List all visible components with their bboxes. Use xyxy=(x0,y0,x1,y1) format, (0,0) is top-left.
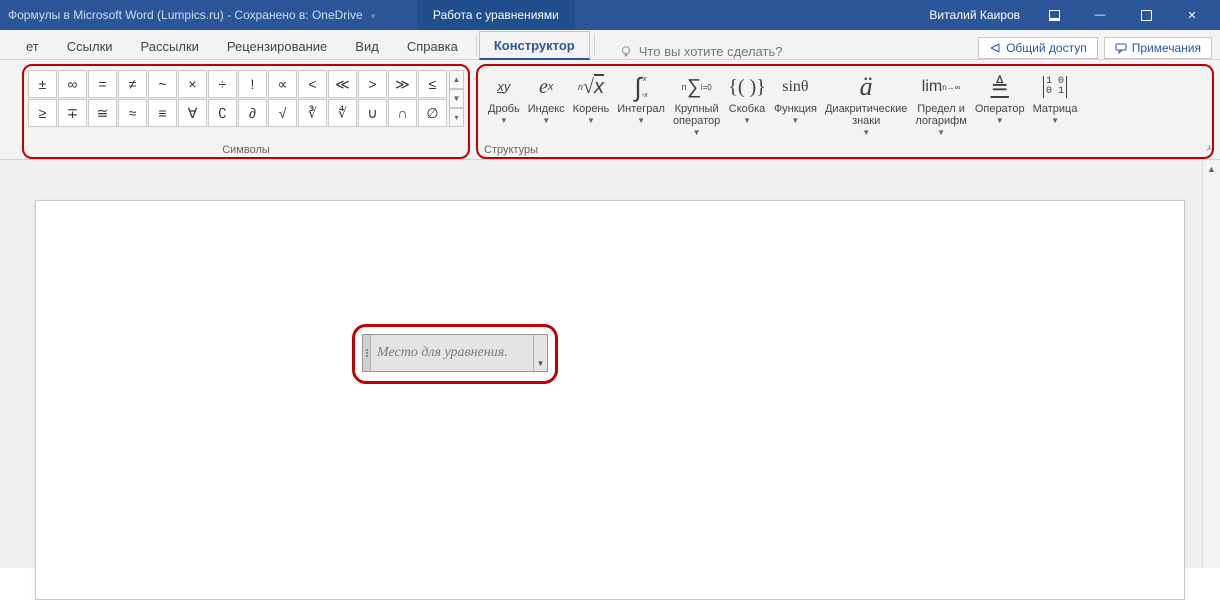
function-icon: sinθ xyxy=(782,72,808,102)
symbols-scroll-down[interactable]: ▼ xyxy=(449,89,464,108)
symbol-button[interactable]: ≅ xyxy=(88,99,117,127)
symbols-group: ± ∞ = ≠ ~ × ÷ ! ∝ < ≪ > ≫ ≤ ≥ ∓ ≅ ≈ ≡ ∀ xyxy=(22,64,470,159)
ribbon-display-options[interactable] xyxy=(1034,0,1074,30)
page[interactable] xyxy=(35,200,1185,600)
equation-text[interactable]: Место для уравнения. xyxy=(371,345,533,361)
symbol-button[interactable]: ≡ xyxy=(148,99,177,127)
matrix-button[interactable]: 1 00 1 Матрица▼ xyxy=(1029,70,1082,143)
document-area xyxy=(0,160,1220,568)
limit-icon: limn→∞ xyxy=(922,72,961,102)
tab-divider xyxy=(594,34,595,56)
tab-partial[interactable]: ет xyxy=(12,33,53,59)
tab-review[interactable]: Рецензирование xyxy=(213,33,341,59)
function-button[interactable]: sinθ Функция▼ xyxy=(770,70,821,143)
tab-help[interactable]: Справка xyxy=(393,33,472,59)
symbol-button[interactable]: ≪ xyxy=(328,70,357,98)
radical-icon: n√x xyxy=(578,72,604,102)
scroll-up[interactable]: ▲ xyxy=(1203,160,1220,178)
title-bar: Формулы в Microsoft Word (Lumpics.ru) - … xyxy=(0,0,1220,30)
symbol-button[interactable]: ± xyxy=(28,70,57,98)
operator-button[interactable]: ≜ Оператор▼ xyxy=(971,70,1029,143)
fraction-icon: xy xyxy=(497,72,510,102)
symbols-expand[interactable]: ▾ xyxy=(449,108,464,127)
symbol-button[interactable]: ≥ xyxy=(28,99,57,127)
equation-placeholder[interactable]: Место для уравнения. ▼ xyxy=(362,334,548,372)
tab-divider xyxy=(476,34,477,56)
structures-group-label: Структуры xyxy=(484,144,538,156)
symbols-scroll-up[interactable]: ▲ xyxy=(449,70,464,89)
sigma-icon: n∑i=0 xyxy=(682,72,712,102)
symbol-button[interactable]: ≫ xyxy=(388,70,417,98)
save-location-dropdown[interactable]: ▼ xyxy=(369,12,377,21)
symbol-button[interactable]: √ xyxy=(268,99,297,127)
symbol-button[interactable]: ∪ xyxy=(358,99,387,127)
radical-button[interactable]: n√x Корень▼ xyxy=(569,70,614,143)
bracket-icon: {( )} xyxy=(728,72,766,102)
symbol-button[interactable]: ∩ xyxy=(388,99,417,127)
accent-icon: ä xyxy=(860,72,873,102)
equation-move-handle[interactable] xyxy=(363,335,371,371)
comment-icon xyxy=(1115,42,1127,54)
symbols-scrollbar: ▲ ▼ ▾ xyxy=(449,70,464,127)
symbol-button[interactable]: ∅ xyxy=(418,99,447,127)
close-button[interactable]: ✕ xyxy=(1172,0,1212,30)
large-operator-button[interactable]: n∑i=0 Крупный оператор▼ xyxy=(669,70,724,143)
symbol-button[interactable]: ≠ xyxy=(118,70,147,98)
ribbon-tabs: ет Ссылки Рассылки Рецензирование Вид Сп… xyxy=(0,30,1220,60)
tell-me-search[interactable]: Что вы хотите сделать? xyxy=(619,44,783,59)
symbol-button[interactable]: ~ xyxy=(148,70,177,98)
symbol-button[interactable]: × xyxy=(178,70,207,98)
script-icon: ex xyxy=(539,72,553,102)
symbol-button[interactable]: ÷ xyxy=(208,70,237,98)
ribbon: ± ∞ = ≠ ~ × ÷ ! ∝ < ≪ > ≫ ≤ ≥ ∓ ≅ ≈ ≡ ∀ xyxy=(0,60,1220,160)
symbols-group-label: Символы xyxy=(222,144,270,156)
symbol-button[interactable]: ∓ xyxy=(58,99,87,127)
symbol-button[interactable]: ∝ xyxy=(268,70,297,98)
symbol-button[interactable]: ≤ xyxy=(418,70,447,98)
comments-button[interactable]: Примечания xyxy=(1104,37,1212,59)
tab-mailings[interactable]: Рассылки xyxy=(127,33,213,59)
tab-references[interactable]: Ссылки xyxy=(53,33,127,59)
structures-group: xy Дробь▼ ex Индекс▼ n√x Корень▼ ∫x-x Ин… xyxy=(476,64,1214,159)
symbol-button[interactable]: ! xyxy=(238,70,267,98)
equation-options-dropdown[interactable]: ▼ xyxy=(533,335,547,371)
symbol-button[interactable]: = xyxy=(88,70,117,98)
script-button[interactable]: ex Индекс▼ xyxy=(524,70,569,143)
symbol-button[interactable]: ∞ xyxy=(58,70,87,98)
symbol-button[interactable]: ∁ xyxy=(208,99,237,127)
contextual-tab-title: Работа с уравнениями xyxy=(417,0,575,30)
fraction-button[interactable]: xy Дробь▼ xyxy=(484,70,524,143)
bracket-button[interactable]: {( )} Скобка▼ xyxy=(724,70,770,143)
tab-design[interactable]: Конструктор xyxy=(479,31,590,60)
symbol-button[interactable]: ≈ xyxy=(118,99,147,127)
symbol-button[interactable]: ∂ xyxy=(238,99,267,127)
symbols-grid: ± ∞ = ≠ ~ × ÷ ! ∝ < ≪ > ≫ ≤ ≥ ∓ ≅ ≈ ≡ ∀ xyxy=(28,70,447,127)
matrix-icon: 1 00 1 xyxy=(1043,72,1067,102)
symbol-button[interactable]: ∛ xyxy=(298,99,327,127)
symbol-button[interactable]: ∜ xyxy=(328,99,357,127)
integral-icon: ∫x-x xyxy=(634,72,647,102)
tab-view[interactable]: Вид xyxy=(341,33,393,59)
symbol-button[interactable]: < xyxy=(298,70,327,98)
lightbulb-icon xyxy=(619,45,633,59)
maximize-button[interactable] xyxy=(1126,0,1166,30)
collapse-ribbon[interactable]: ㅅ xyxy=(1205,140,1214,155)
share-button[interactable]: Общий доступ xyxy=(978,37,1098,59)
share-icon xyxy=(989,42,1001,54)
document-title: Формулы в Microsoft Word (Lumpics.ru) - … xyxy=(8,8,377,22)
operator-icon: ≜ xyxy=(990,72,1008,102)
integral-button[interactable]: ∫x-x Интеграл▼ xyxy=(613,70,669,143)
minimize-button[interactable]: — xyxy=(1080,0,1120,30)
symbol-button[interactable]: ∀ xyxy=(178,99,207,127)
accent-button[interactable]: ä Диакритические знаки▼ xyxy=(821,70,911,143)
symbol-button[interactable]: > xyxy=(358,70,387,98)
account-name[interactable]: Виталий Каиров xyxy=(929,8,1020,22)
vertical-scrollbar[interactable]: ▲ xyxy=(1202,160,1220,568)
limit-log-button[interactable]: limn→∞ Предел и логарифм▼ xyxy=(911,70,970,143)
